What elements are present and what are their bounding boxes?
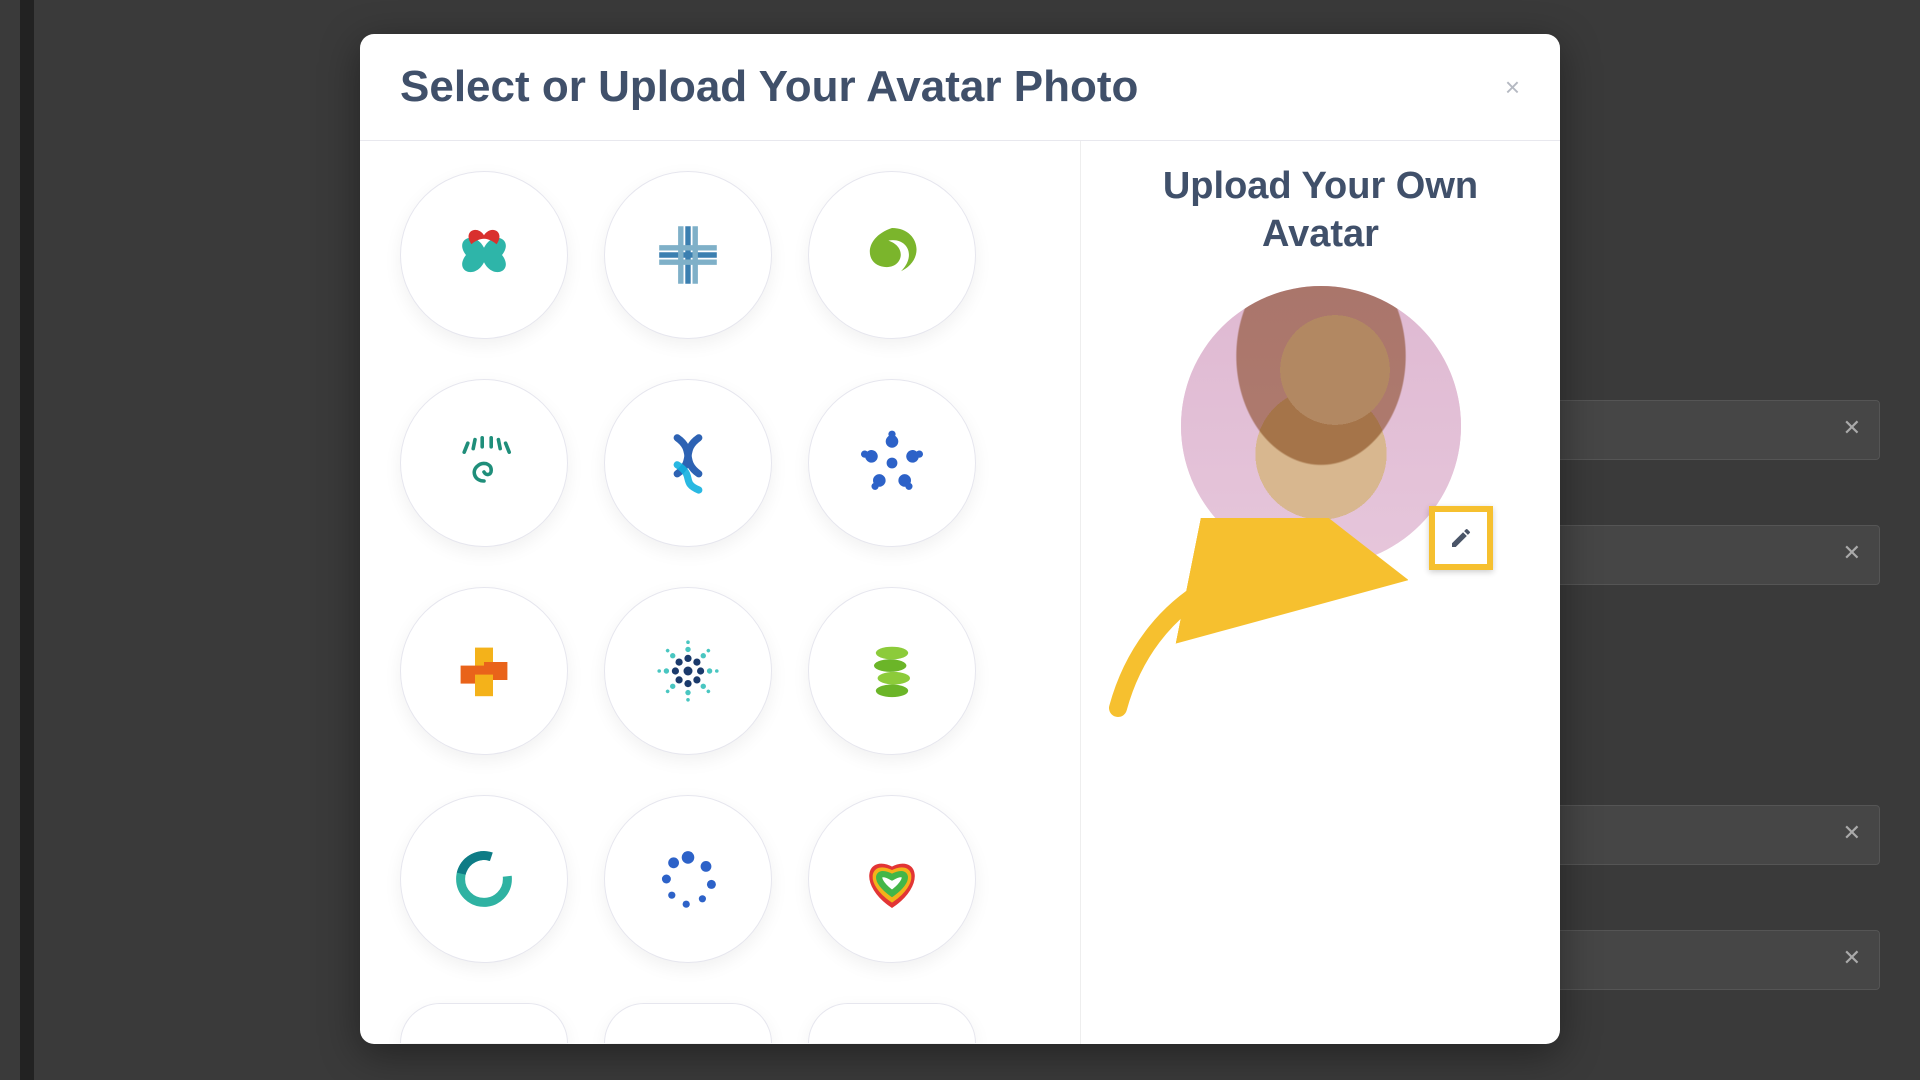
dot-loop-icon bbox=[643, 834, 733, 924]
spine-stack-icon bbox=[847, 626, 937, 716]
close-icon: ✕ bbox=[1843, 820, 1861, 846]
avatar-more-3[interactable] bbox=[808, 1003, 976, 1043]
avatar-ring-teal[interactable] bbox=[400, 795, 568, 963]
close-icon: ✕ bbox=[1843, 945, 1861, 971]
avatar-dot-loop[interactable] bbox=[604, 795, 772, 963]
avatar-grid bbox=[400, 171, 1060, 963]
close-icon: ✕ bbox=[1843, 415, 1861, 441]
eye-spiral-icon bbox=[439, 418, 529, 508]
atom-star-icon bbox=[847, 418, 937, 508]
clover-heart-icon bbox=[439, 210, 529, 300]
upload-pane: Upload Your Own Avatar bbox=[1080, 141, 1560, 1044]
avatar-clover-heart[interactable] bbox=[400, 171, 568, 339]
avatar-eye-spiral[interactable] bbox=[400, 379, 568, 547]
avatar-preview-wrap bbox=[1181, 286, 1461, 566]
dna-strand-icon bbox=[643, 418, 733, 508]
edit-avatar-button[interactable] bbox=[1429, 506, 1493, 570]
bg-card-4: ✕ bbox=[1520, 930, 1880, 990]
pencil-icon bbox=[1449, 526, 1473, 550]
avatar-grid-pane[interactable] bbox=[360, 141, 1080, 1044]
rainbow-heart-icon bbox=[847, 834, 937, 924]
close-icon: × bbox=[1505, 72, 1520, 102]
modal-body: Upload Your Own Avatar bbox=[360, 141, 1560, 1044]
avatar-grid-partial bbox=[400, 1003, 1060, 1043]
avatar-atom-star[interactable] bbox=[808, 379, 976, 547]
bg-card-2: ✕ bbox=[1540, 525, 1880, 585]
avatar-cross-blocks[interactable] bbox=[400, 587, 568, 755]
dot-burst-icon bbox=[643, 626, 733, 716]
modal-title: Select or Upload Your Avatar Photo bbox=[400, 62, 1138, 112]
avatar-rainbow-heart[interactable] bbox=[808, 795, 976, 963]
avatar-spine-stack[interactable] bbox=[808, 587, 976, 755]
avatar-modal: Select or Upload Your Avatar Photo × bbox=[360, 34, 1560, 1044]
avatar-dot-burst[interactable] bbox=[604, 587, 772, 755]
modal-header: Select or Upload Your Avatar Photo × bbox=[360, 34, 1560, 141]
avatar-leaf-swirl[interactable] bbox=[808, 171, 976, 339]
avatar-dna-strand[interactable] bbox=[604, 379, 772, 547]
avatar-more-1[interactable] bbox=[400, 1003, 568, 1043]
leaf-swirl-icon bbox=[847, 210, 937, 300]
screen-edge bbox=[20, 0, 34, 1080]
close-button[interactable]: × bbox=[1505, 72, 1520, 103]
upload-title: Upload Your Own Avatar bbox=[1121, 163, 1520, 258]
close-icon: ✕ bbox=[1843, 540, 1861, 566]
avatar-more-2[interactable] bbox=[604, 1003, 772, 1043]
avatar-medical-plus[interactable] bbox=[604, 171, 772, 339]
bg-card-1: ✕ bbox=[1540, 400, 1880, 460]
cross-blocks-icon bbox=[439, 626, 529, 716]
ring-teal-icon bbox=[439, 834, 529, 924]
medical-plus-icon bbox=[643, 210, 733, 300]
avatar-image bbox=[1181, 286, 1461, 566]
bg-card-3: ✕ bbox=[1520, 805, 1880, 865]
avatar-preview bbox=[1181, 286, 1461, 566]
